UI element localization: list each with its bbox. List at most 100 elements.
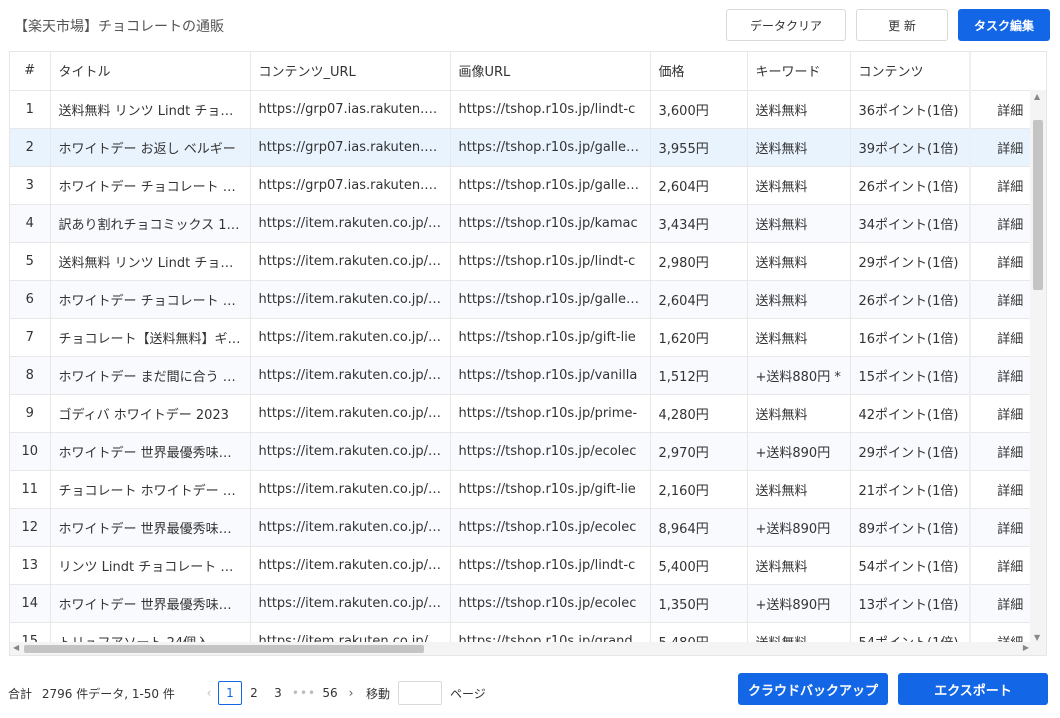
column-header-price[interactable]: 価格 xyxy=(650,52,747,90)
data-clear-button[interactable]: データクリア xyxy=(726,9,846,41)
cell-price: 5,400円 xyxy=(650,546,747,584)
cell-title: リンツ Lindt チョコレート リンドール xyxy=(50,546,250,584)
scroll-right-arrow-icon[interactable]: ▶ xyxy=(1023,643,1029,652)
table-row[interactable]: 12ホワイトデー 世界最優秀味覚賞https://item.rakuten.co… xyxy=(10,508,1032,546)
column-header-number[interactable]: # xyxy=(10,52,50,90)
cell-price: 3,434円 xyxy=(650,204,747,242)
page-1-button[interactable]: 1 xyxy=(218,681,242,705)
cell-price: 2,970円 xyxy=(650,432,747,470)
cell-number: 14 xyxy=(10,584,50,622)
total-text: 2796 件データ, 1-50 件 xyxy=(42,687,175,701)
detail-link[interactable]: 詳細 xyxy=(970,280,1032,318)
table-row[interactable]: 4訳あり割れチョコミックス 1kghttps://item.rakuten.co… xyxy=(10,204,1032,242)
detail-link[interactable]: 詳細 xyxy=(970,432,1032,470)
cloud-backup-button[interactable]: クラウドバックアップ xyxy=(738,673,888,705)
task-edit-button[interactable]: タスク編集 xyxy=(958,9,1050,41)
table-row[interactable]: 10ホワイトデー 世界最優秀味覚賞https://item.rakuten.co… xyxy=(10,432,1032,470)
detail-link[interactable]: 詳細 xyxy=(970,394,1032,432)
cell-price: 2,160円 xyxy=(650,470,747,508)
cell-content: 26ポイント(1倍) xyxy=(850,166,970,204)
cell-content-url: https://item.rakuten.co.jp/ecolec xyxy=(250,432,450,470)
cell-number: 11 xyxy=(10,470,50,508)
column-header-image-url[interactable]: 画像URL xyxy=(450,52,650,90)
vertical-scrollbar[interactable]: ▲ ▼ xyxy=(1030,90,1046,644)
detail-link[interactable]: 詳細 xyxy=(970,470,1032,508)
cell-content: 39ポイント(1倍) xyxy=(850,128,970,166)
cell-number: 5 xyxy=(10,242,50,280)
horizontal-scrollbar[interactable]: ◀ ▶ xyxy=(10,642,1032,655)
cell-title: ホワイトデー 世界最優秀味覚賞 xyxy=(50,508,250,546)
cell-content-url: https://grp07.ias.rakuten.co.jp/ xyxy=(250,166,450,204)
cell-price: 2,604円 xyxy=(650,280,747,318)
page-jump-input[interactable] xyxy=(398,681,442,705)
detail-link[interactable]: 詳細 xyxy=(970,90,1032,128)
cell-title: 送料無料 リンツ Lindt チョコレート xyxy=(50,242,250,280)
page-2-button[interactable]: 2 xyxy=(242,681,266,705)
cell-content-url: https://grp07.ias.rakuten.co.jp/ xyxy=(250,90,450,128)
detail-link[interactable]: 詳細 xyxy=(970,356,1032,394)
cell-price: 1,512円 xyxy=(650,356,747,394)
table-row[interactable]: 8ホワイトデー まだ間に合う ギフトhttps://item.rakuten.c… xyxy=(10,356,1032,394)
table-row[interactable]: 6ホワイトデー チョコレート ギフトhttps://item.rakuten.c… xyxy=(10,280,1032,318)
column-header-content-url[interactable]: コンテンツ_URL xyxy=(250,52,450,90)
cell-title: トリュフアソート 24個入 xyxy=(50,622,250,644)
scroll-down-arrow-icon[interactable]: ▼ xyxy=(1034,633,1040,642)
cell-content-url: https://item.rakuten.co.jp/ecolec xyxy=(250,508,450,546)
table-row[interactable]: 7チョコレート【送料無料】ギフトhttps://item.rakuten.co.… xyxy=(10,318,1032,356)
detail-link[interactable]: 詳細 xyxy=(970,128,1032,166)
page-3-button[interactable]: 3 xyxy=(266,681,290,705)
table-row[interactable]: 2ホワイトデー お返し ベルギーhttps://grp07.ias.rakute… xyxy=(10,128,1032,166)
table-row[interactable]: 15トリュフアソート 24個入https://item.rakuten.co.j… xyxy=(10,622,1032,644)
table-row[interactable]: 5送料無料 リンツ Lindt チョコレートhttps://item.rakut… xyxy=(10,242,1032,280)
column-header-action xyxy=(970,52,1032,90)
data-table-container: # タイトル コンテンツ_URL 画像URL 価格 キーワード コンテンツ 1送… xyxy=(9,51,1047,656)
export-button[interactable]: エクスポート xyxy=(898,673,1048,705)
vertical-scroll-thumb[interactable] xyxy=(1033,120,1043,290)
detail-link[interactable]: 詳細 xyxy=(970,166,1032,204)
horizontal-scroll-thumb[interactable] xyxy=(24,645,424,653)
cell-content: 21ポイント(1倍) xyxy=(850,470,970,508)
cell-keyword: +送料890円 xyxy=(747,432,850,470)
page-last-button[interactable]: 56 xyxy=(318,681,342,705)
cell-content: 34ポイント(1倍) xyxy=(850,204,970,242)
next-page-icon[interactable]: › xyxy=(342,686,360,700)
cell-number: 9 xyxy=(10,394,50,432)
table-row[interactable]: 11チョコレート ホワイトデー ギフトhttps://item.rakuten.… xyxy=(10,470,1032,508)
cell-content: 29ポイント(1倍) xyxy=(850,242,970,280)
update-button[interactable]: 更 新 xyxy=(856,9,948,41)
table-row[interactable]: 13リンツ Lindt チョコレート リンドールhttps://item.rak… xyxy=(10,546,1032,584)
cell-price: 2,980円 xyxy=(650,242,747,280)
cell-price: 2,604円 xyxy=(650,166,747,204)
detail-link[interactable]: 詳細 xyxy=(970,546,1032,584)
cell-keyword: 送料無料 xyxy=(747,622,850,644)
detail-link[interactable]: 詳細 xyxy=(970,584,1032,622)
cell-title: 訳あり割れチョコミックス 1kg xyxy=(50,204,250,242)
table-row[interactable]: 3ホワイトデー チョコレート ギフトhttps://grp07.ias.raku… xyxy=(10,166,1032,204)
detail-link[interactable]: 詳細 xyxy=(970,242,1032,280)
column-header-title[interactable]: タイトル xyxy=(50,52,250,90)
table-row[interactable]: 14ホワイトデー 世界最優秀味覚賞https://item.rakuten.co… xyxy=(10,584,1032,622)
table-row[interactable]: 9ゴディバ ホワイトデー 2023https://item.rakuten.co… xyxy=(10,394,1032,432)
detail-link[interactable]: 詳細 xyxy=(970,204,1032,242)
detail-link[interactable]: 詳細 xyxy=(970,318,1032,356)
prev-page-icon[interactable]: ‹ xyxy=(200,686,218,700)
scroll-left-arrow-icon[interactable]: ◀ xyxy=(13,643,19,652)
detail-link[interactable]: 詳細 xyxy=(970,622,1032,644)
detail-link[interactable]: 詳細 xyxy=(970,508,1032,546)
table-body: 1送料無料 リンツ Lindt チョコレートhttps://grp07.ias.… xyxy=(10,90,1032,644)
page-ellipsis[interactable]: ••• xyxy=(290,686,318,700)
cell-image-url: https://tshop.r10s.jp/prime- xyxy=(450,394,650,432)
page-title: 【楽天市場】チョコレートの通販 xyxy=(14,16,224,36)
scroll-up-arrow-icon[interactable]: ▲ xyxy=(1034,92,1040,101)
cell-content: 15ポイント(1倍) xyxy=(850,356,970,394)
cell-content-url: https://item.rakuten.co.jp/gallerss xyxy=(250,280,450,318)
cell-keyword: 送料無料 xyxy=(747,546,850,584)
cell-price: 1,620円 xyxy=(650,318,747,356)
cell-number: 10 xyxy=(10,432,50,470)
column-header-keyword[interactable]: キーワード xyxy=(747,52,850,90)
cell-keyword: 送料無料 xyxy=(747,394,850,432)
cell-image-url: https://tshop.r10s.jp/ecolec xyxy=(450,584,650,622)
table-row[interactable]: 1送料無料 リンツ Lindt チョコレートhttps://grp07.ias.… xyxy=(10,90,1032,128)
column-header-content[interactable]: コンテンツ xyxy=(850,52,970,90)
cell-number: 4 xyxy=(10,204,50,242)
